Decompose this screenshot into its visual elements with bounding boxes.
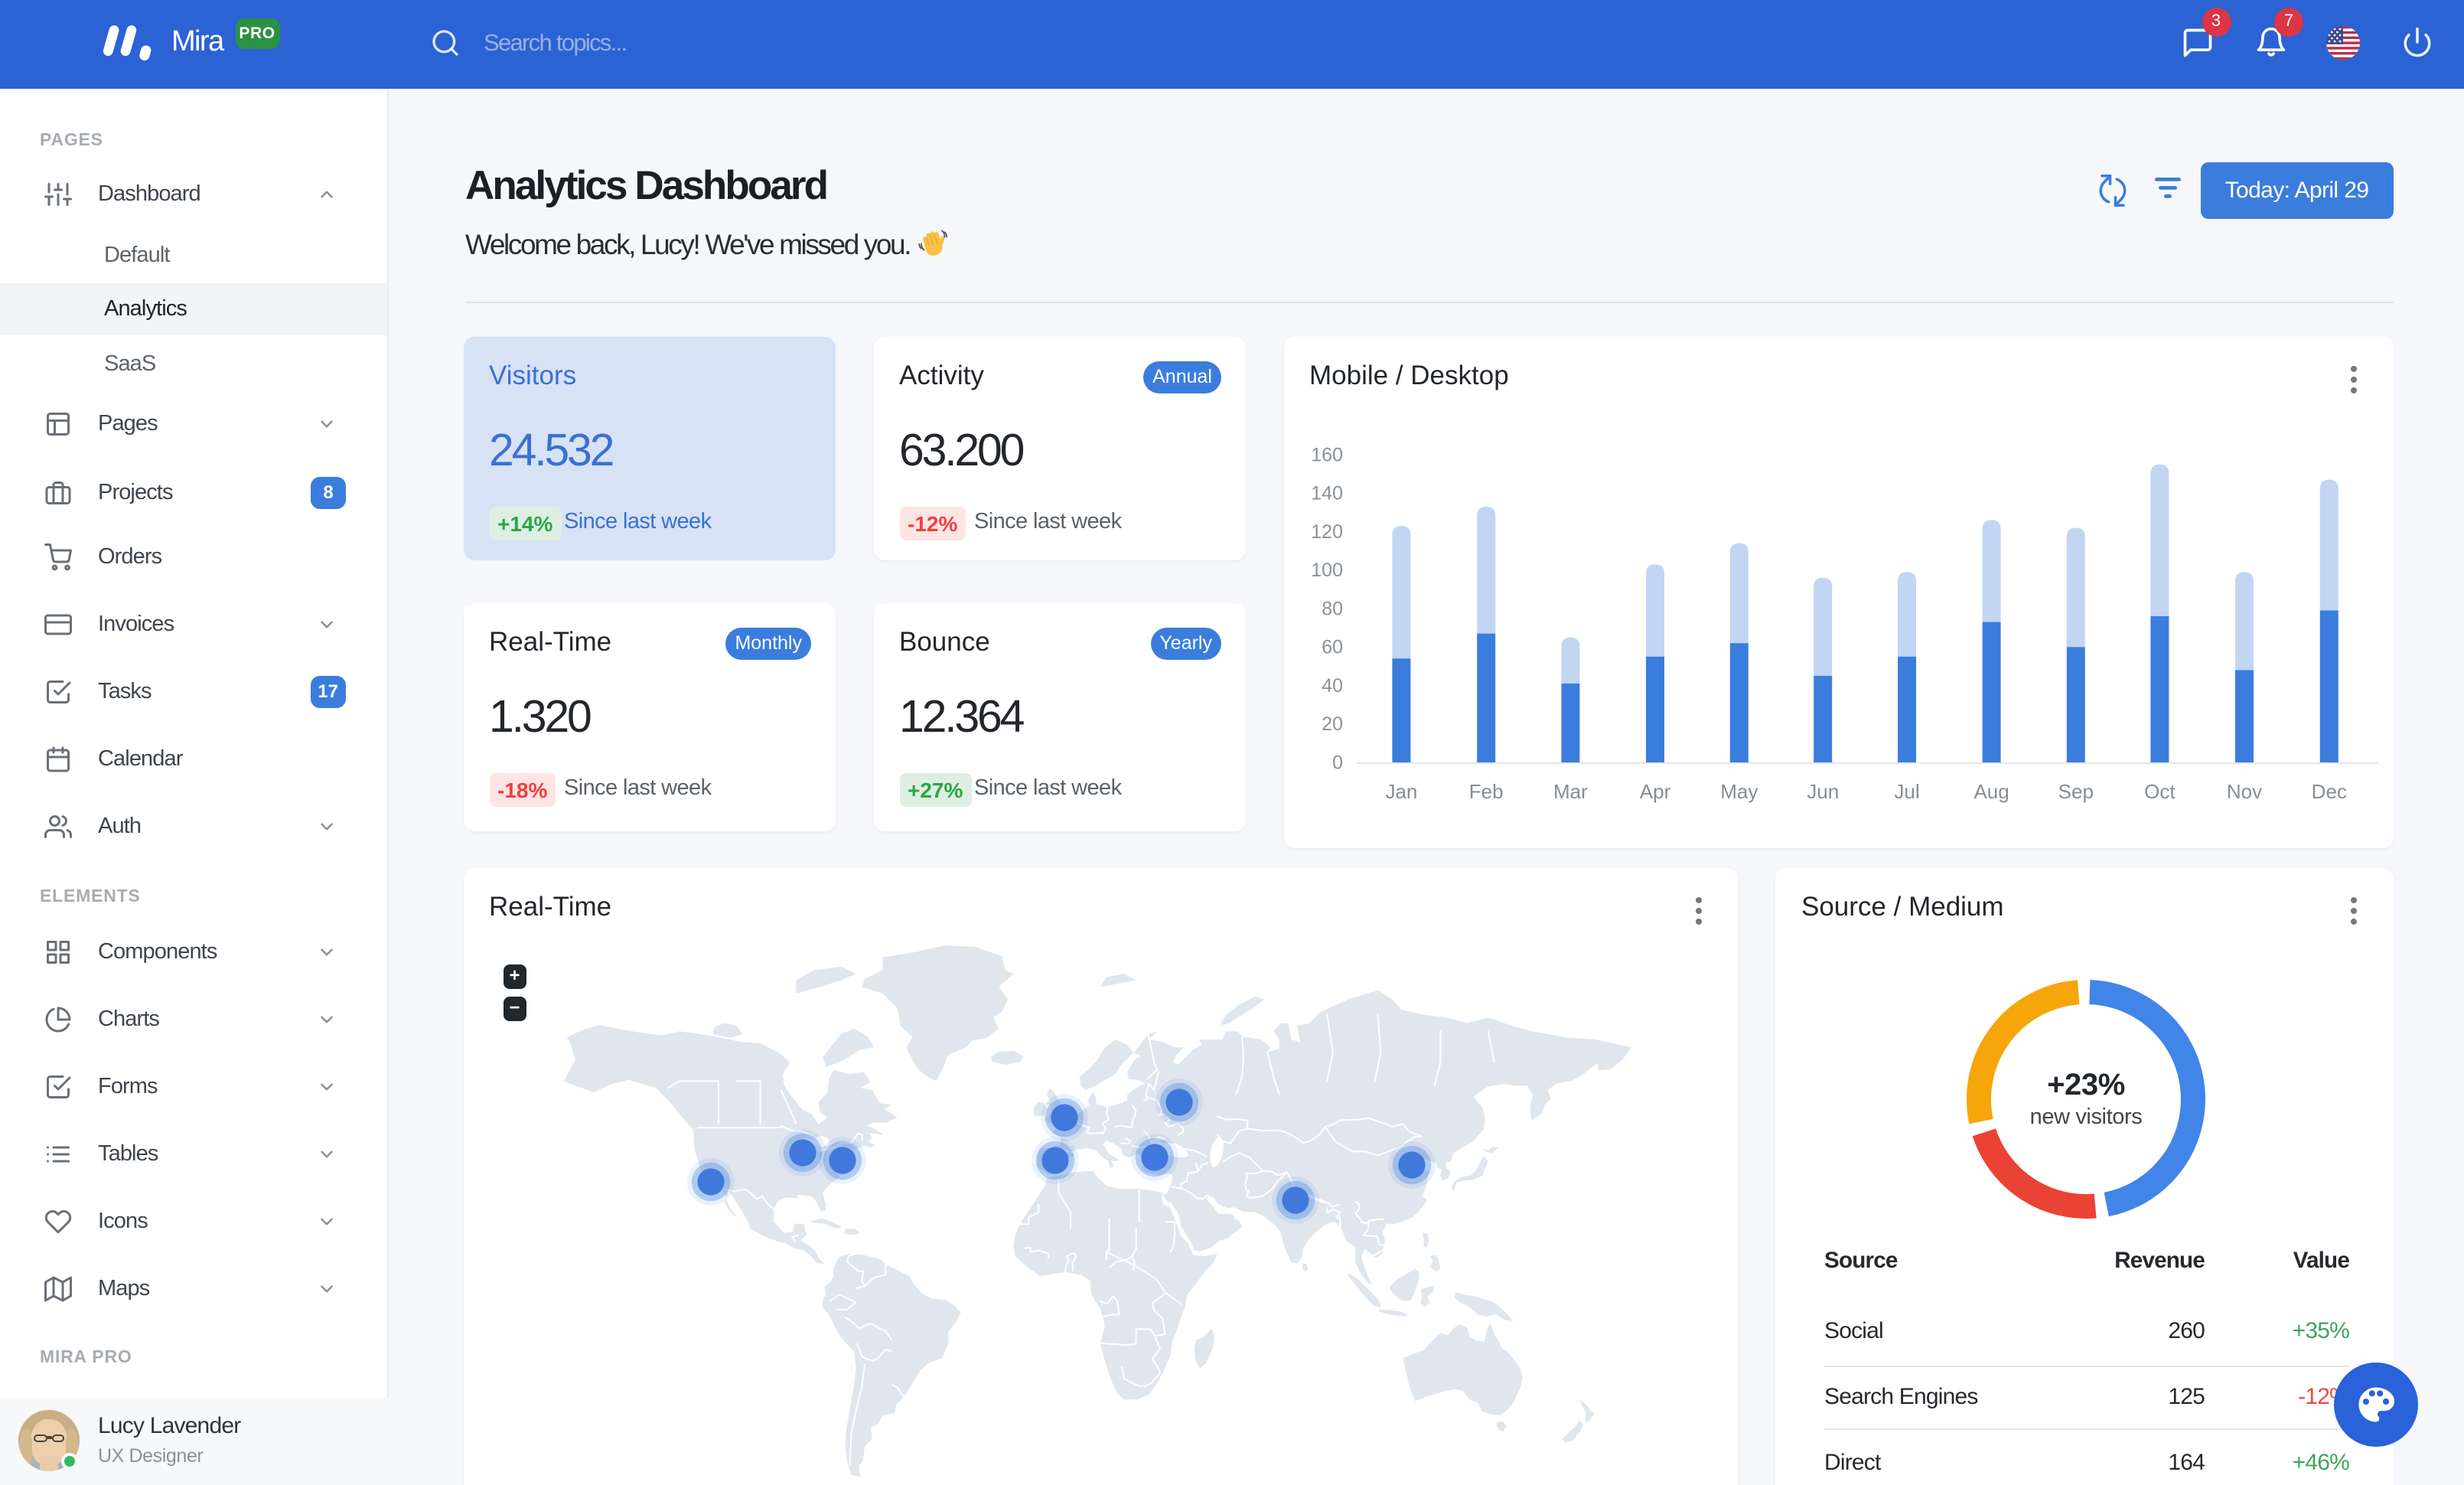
svg-text:Feb: Feb [1468,780,1503,803]
svg-text:160: 160 [1310,444,1342,465]
svg-text:40: 40 [1321,675,1342,697]
svg-text:Nov: Nov [2226,780,2261,803]
svg-text:Aug: Aug [1973,780,2008,803]
svg-text:May: May [1719,780,1757,803]
svg-text:Oct: Oct [2143,780,2175,803]
svg-text:Jun: Jun [1806,780,1838,803]
svg-text:60: 60 [1321,637,1342,658]
svg-text:Jul: Jul [1893,780,1918,803]
svg-text:100: 100 [1310,560,1342,581]
svg-text:20: 20 [1321,713,1342,735]
svg-text:Jan: Jan [1384,780,1416,803]
svg-text:120: 120 [1310,521,1342,543]
svg-text:Apr: Apr [1639,780,1670,803]
svg-text:Dec: Dec [2311,780,2346,803]
svg-text:Sep: Sep [2058,780,2093,803]
svg-text:Mar: Mar [1553,780,1587,803]
svg-text:140: 140 [1310,483,1342,504]
svg-text:80: 80 [1321,598,1342,619]
svg-text:0: 0 [1331,752,1342,773]
